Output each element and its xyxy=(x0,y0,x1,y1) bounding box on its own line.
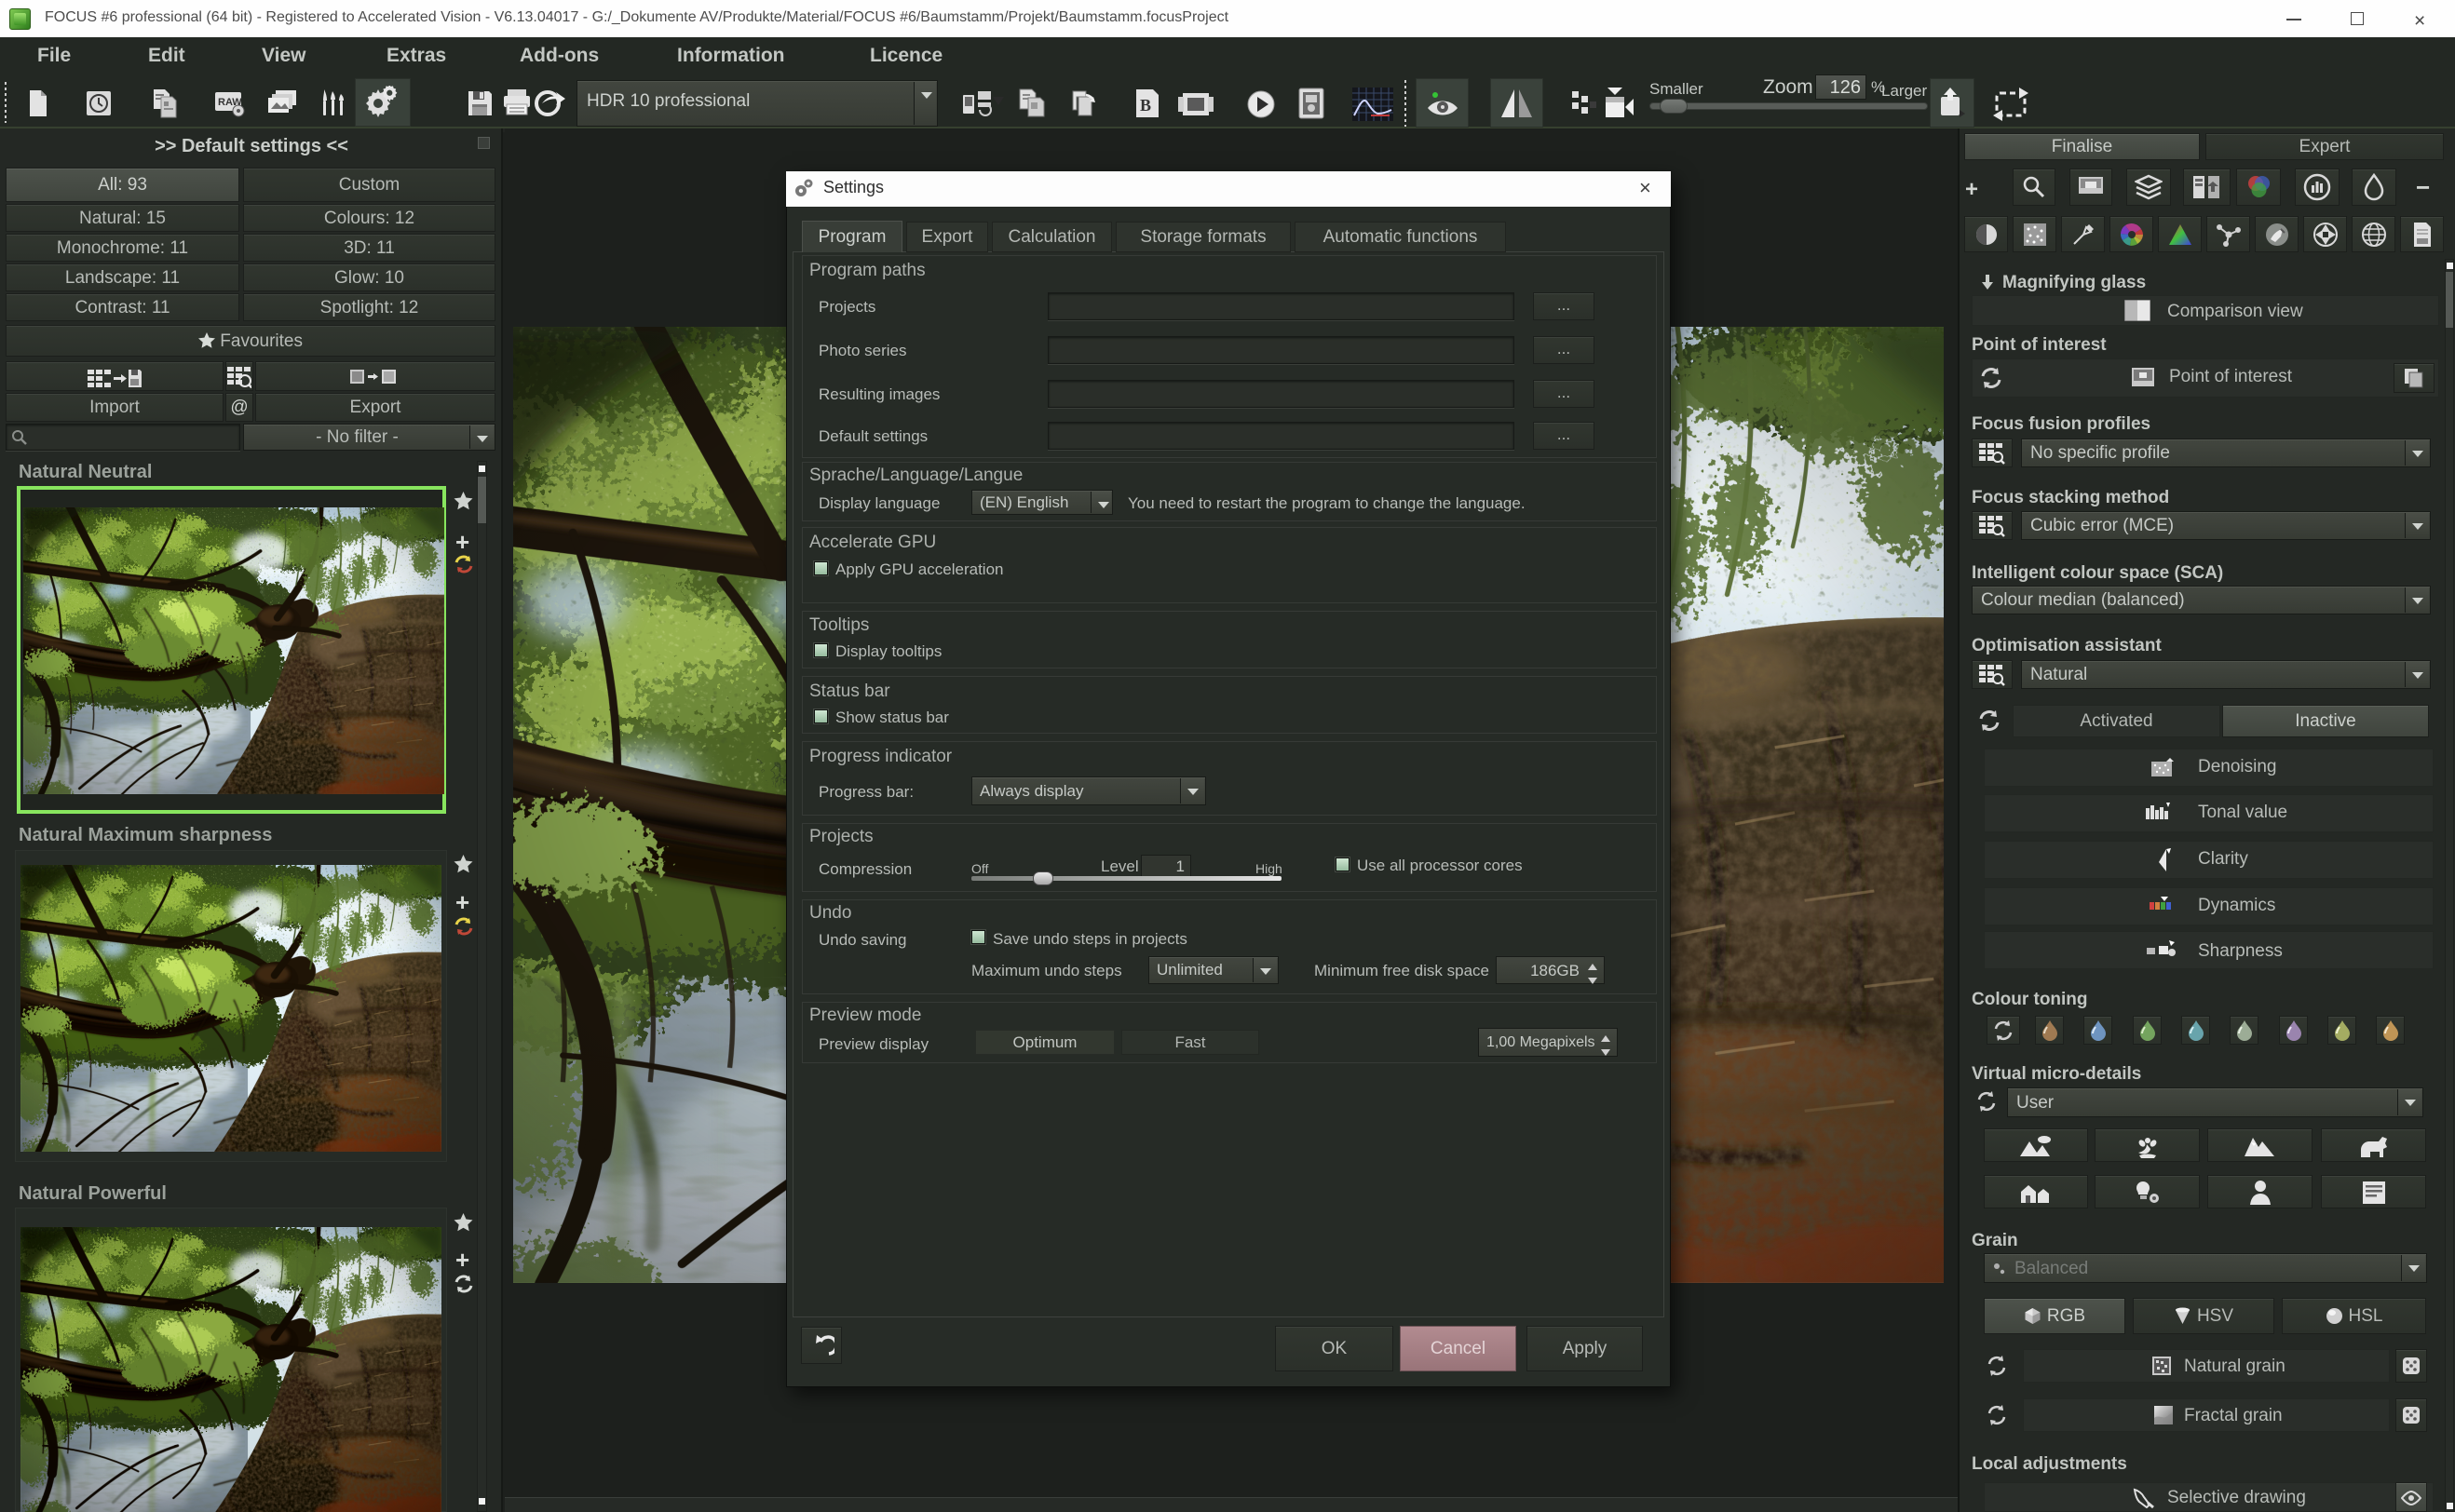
svg-text:B: B xyxy=(1140,96,1151,115)
